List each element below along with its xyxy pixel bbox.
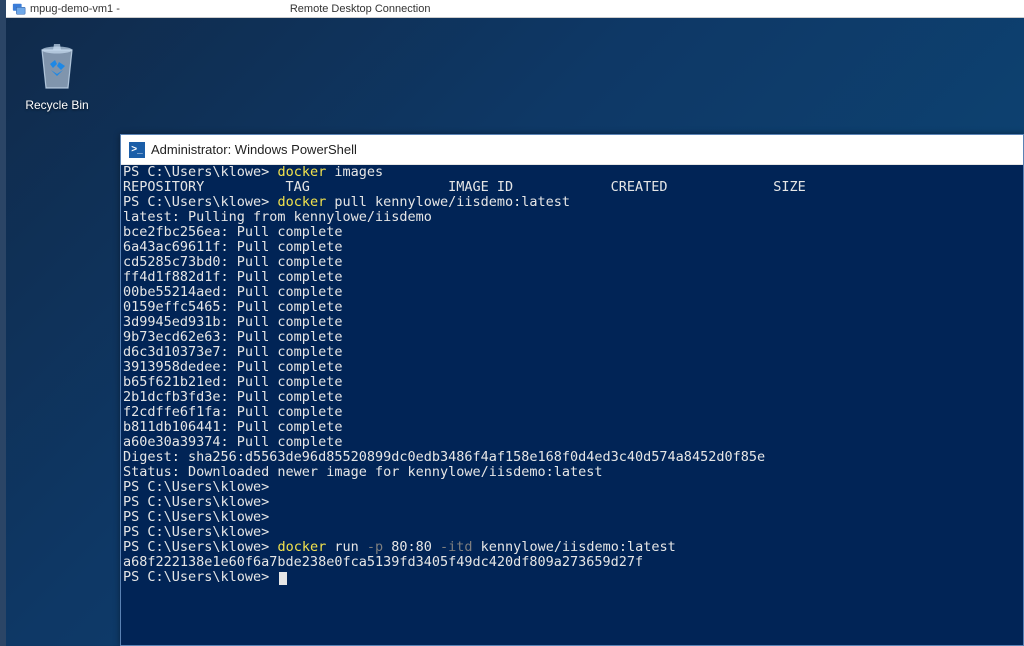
recycle-bin-graphic — [32, 38, 82, 90]
rdp-hostname: mpug-demo-vm1 - — [30, 3, 120, 15]
powershell-window[interactable]: >_ Administrator: Windows PowerShell PS … — [120, 134, 1024, 646]
window-edge — [0, 0, 6, 646]
powershell-terminal[interactable]: PS C:\Users\klowe> docker images REPOSIT… — [121, 165, 1023, 645]
rdp-icon — [12, 2, 26, 16]
recycle-bin-label: Recycle Bin — [25, 98, 88, 112]
powershell-icon: >_ — [129, 142, 145, 158]
rdp-connection-bar[interactable]: mpug-demo-vm1 - Remote Desktop Connectio… — [6, 0, 1024, 18]
recycle-bin-icon[interactable]: Recycle Bin — [18, 38, 96, 112]
powershell-titlebar[interactable]: >_ Administrator: Windows PowerShell — [121, 135, 1023, 165]
powershell-title: Administrator: Windows PowerShell — [151, 142, 357, 157]
rdp-title: Remote Desktop Connection — [290, 3, 431, 15]
